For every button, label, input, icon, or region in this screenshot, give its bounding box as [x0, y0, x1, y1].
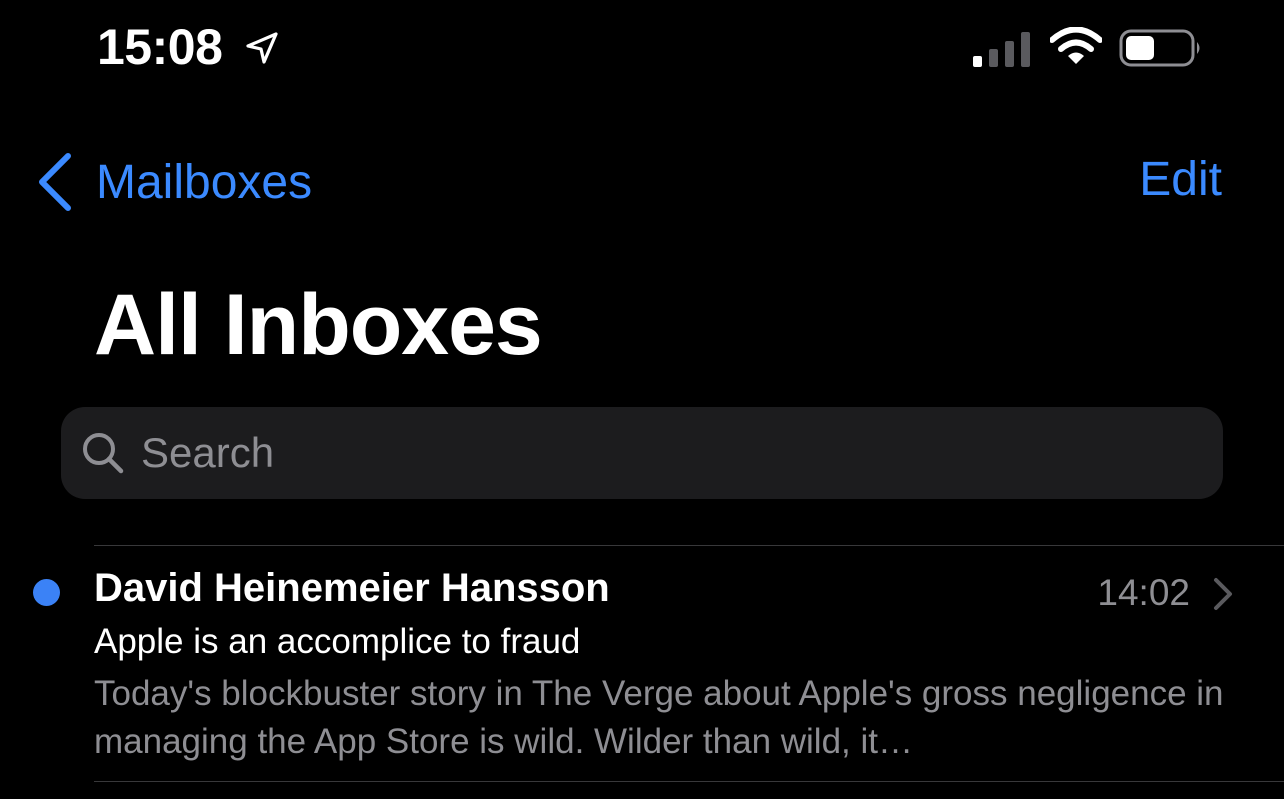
cellular-signal-icon	[973, 32, 1030, 67]
search-input[interactable]	[141, 429, 1181, 477]
mail-sender: David Heinemeier Hansson	[94, 566, 610, 610]
status-bar: 15:08	[0, 0, 1284, 100]
mail-preview: Today's blockbuster story in The Verge a…	[94, 674, 1224, 761]
mail-screen: 15:08 Mailboxes Edit All Inboxes Search …	[0, 0, 1284, 799]
battery-icon	[1119, 29, 1200, 67]
edit-button[interactable]: Edit	[1139, 152, 1222, 207]
chevron-right-icon	[1214, 578, 1232, 610]
mail-time: 14:02	[1097, 572, 1190, 613]
chevron-left-icon	[39, 153, 71, 211]
status-time: 15:08	[97, 19, 223, 75]
list-separator-bottom	[94, 781, 1284, 782]
mailboxes-back-button[interactable]: Mailboxes	[36, 148, 312, 216]
mail-subject: Apple is an accomplice to fraud	[94, 622, 581, 661]
page-title: All Inboxes	[94, 277, 543, 373]
mail-list-item[interactable]: David Heinemeier Hansson 14:02 Apple is …	[0, 546, 1284, 781]
search-field[interactable]	[61, 407, 1223, 499]
location-arrow-icon	[246, 32, 278, 64]
unread-indicator	[33, 579, 60, 606]
search-icon	[83, 433, 124, 474]
wifi-icon	[1050, 27, 1102, 64]
back-button-label: Mailboxes	[96, 155, 313, 209]
